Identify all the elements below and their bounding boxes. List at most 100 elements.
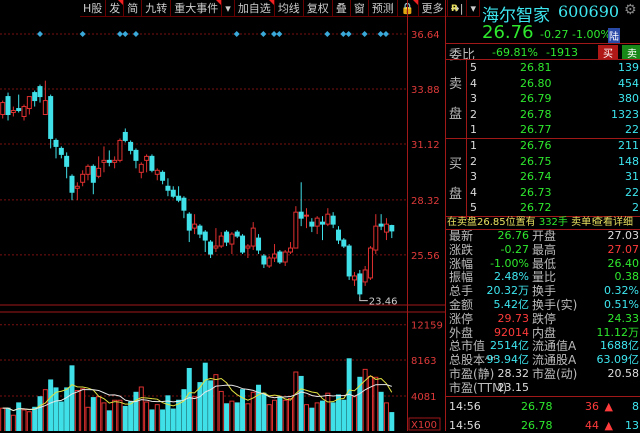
- bids-row: 3 26.74 31: [446, 169, 640, 184]
- volume-bar: [229, 400, 235, 431]
- volume-bar: [48, 379, 54, 431]
- toolbar-item[interactable]: 加自选: [235, 0, 275, 17]
- stat-label: 金额: [449, 298, 474, 312]
- candle-body: [314, 217, 320, 227]
- order-price: 26.76: [520, 139, 552, 152]
- stat-value: 93.94亿: [486, 353, 530, 367]
- order-volume: 2: [632, 201, 639, 214]
- candle-body: [80, 173, 86, 183]
- stat-label: 流通值A: [532, 339, 577, 354]
- toolbar-item[interactable]: 重大事件: [171, 0, 223, 17]
- level: 4: [470, 185, 477, 199]
- price-tick-label: 33.88: [411, 85, 440, 96]
- order-price: 26.79: [520, 92, 552, 105]
- toolbar-item[interactable]: 🔒: [398, 0, 419, 17]
- candle-body: [357, 273, 363, 295]
- candle-body: [58, 147, 64, 155]
- buy-button[interactable]: 买: [598, 45, 618, 60]
- volume-bar: [154, 404, 160, 431]
- bids-row: 2 26.75 148: [446, 154, 640, 169]
- volume-unit-label: X100: [411, 420, 437, 431]
- volume-tick-label: 12159: [411, 321, 443, 332]
- level: 2: [470, 154, 477, 168]
- candle-body: [138, 163, 144, 173]
- toolbar-item[interactable]: H股: [80, 0, 107, 17]
- volume-bar: [144, 401, 150, 431]
- kline-chart[interactable]: 36.64 33.88 31.12 28.32 25.56 12159 8163 4081 X1…: [0, 17, 445, 431]
- toolbar-item[interactable]: ▾: [222, 0, 235, 17]
- candle-body: [181, 197, 187, 211]
- candle-body: [389, 225, 395, 232]
- volume-bar: [74, 390, 80, 431]
- toolbar-item[interactable]: 更多: [419, 0, 448, 17]
- toolbar-item[interactable]: 均线: [275, 0, 304, 17]
- toolbar-item[interactable]: 窗: [351, 0, 369, 17]
- candle-body: [320, 221, 325, 225]
- view-detail-link[interactable]: 查看详细: [593, 216, 633, 229]
- candle-body: [144, 155, 150, 161]
- stat-label: 涨停: [449, 311, 474, 326]
- toolbar-item[interactable]: 九转: [142, 0, 172, 17]
- tick-price: 26.78: [521, 400, 553, 413]
- volume-bar: [298, 375, 304, 431]
- candle-body: [154, 169, 160, 175]
- toolbar-item[interactable]: 发: [106, 0, 125, 17]
- stat-value: 27.03: [607, 229, 640, 242]
- candle-body: [160, 171, 166, 181]
- stat-row: 总股本ᴬᴴ 93.94亿 流通股A 63.09亿: [446, 353, 640, 367]
- volume-bar: [330, 402, 336, 431]
- toolbar-item[interactable]: 简: [124, 0, 143, 17]
- candle-body: [224, 231, 230, 243]
- stat-label: 开盘: [532, 229, 557, 243]
- candle-body: [309, 221, 315, 227]
- candle-body: [96, 167, 102, 177]
- volume-bar: [234, 402, 240, 431]
- candle-body: [351, 275, 357, 281]
- candle-body: [282, 251, 288, 263]
- candle-body: [21, 106, 27, 118]
- sell-button[interactable]: 卖: [622, 45, 640, 60]
- stat-label: 内盘: [532, 325, 557, 340]
- event-marker-icon: [340, 31, 347, 37]
- candle-body: [149, 155, 155, 171]
- stat-value: 20.58: [607, 367, 640, 380]
- event-marker-icon: [37, 31, 44, 37]
- order-volume: 211: [618, 139, 639, 152]
- volume-bar: [112, 399, 118, 431]
- stat-value: -1.00%: [490, 256, 529, 270]
- volume-bar: [69, 365, 75, 431]
- stat-row: 外盘 92014 内盘 11.12万: [446, 326, 640, 340]
- level: 1: [470, 139, 477, 152]
- toolbar-item[interactable]: 叠: [333, 0, 351, 17]
- candle-body: [5, 96, 11, 116]
- volume-bar: [378, 391, 384, 431]
- candle-body: [250, 227, 256, 247]
- notice-qty: 332手: [538, 217, 568, 228]
- toolbar-item[interactable]: 复权: [304, 0, 333, 17]
- candle-body: [362, 269, 368, 283]
- up-arrow-icon: ▲: [604, 400, 613, 413]
- order-volume: 139: [618, 61, 639, 74]
- candle-body: [288, 247, 294, 253]
- stat-label: 换手(实): [532, 298, 578, 312]
- volume-bar: [149, 409, 155, 431]
- gear-icon[interactable]: ⚙: [624, 2, 637, 18]
- candle-body: [170, 189, 176, 197]
- stat-value: 26.76: [497, 229, 530, 242]
- volume-bar: [122, 405, 128, 431]
- toolbar-item[interactable]: 预测: [369, 0, 398, 17]
- order-volume: 454: [618, 76, 639, 90]
- candle-body: [277, 251, 283, 263]
- volume-bar: [80, 388, 86, 431]
- asks-row: 5 26.81 139: [446, 60, 640, 75]
- candle-body: [208, 241, 214, 255]
- order-price: 26.78: [520, 107, 552, 121]
- price-change: -0.27: [540, 28, 569, 41]
- volume-bar: [389, 412, 395, 431]
- volume-bar: [314, 402, 320, 431]
- stat-label: 流通股A: [532, 353, 577, 368]
- candle-body: [48, 96, 54, 139]
- order-volume: 22: [625, 123, 639, 136]
- volume-bar: [288, 397, 294, 431]
- volume-bar: [293, 371, 299, 431]
